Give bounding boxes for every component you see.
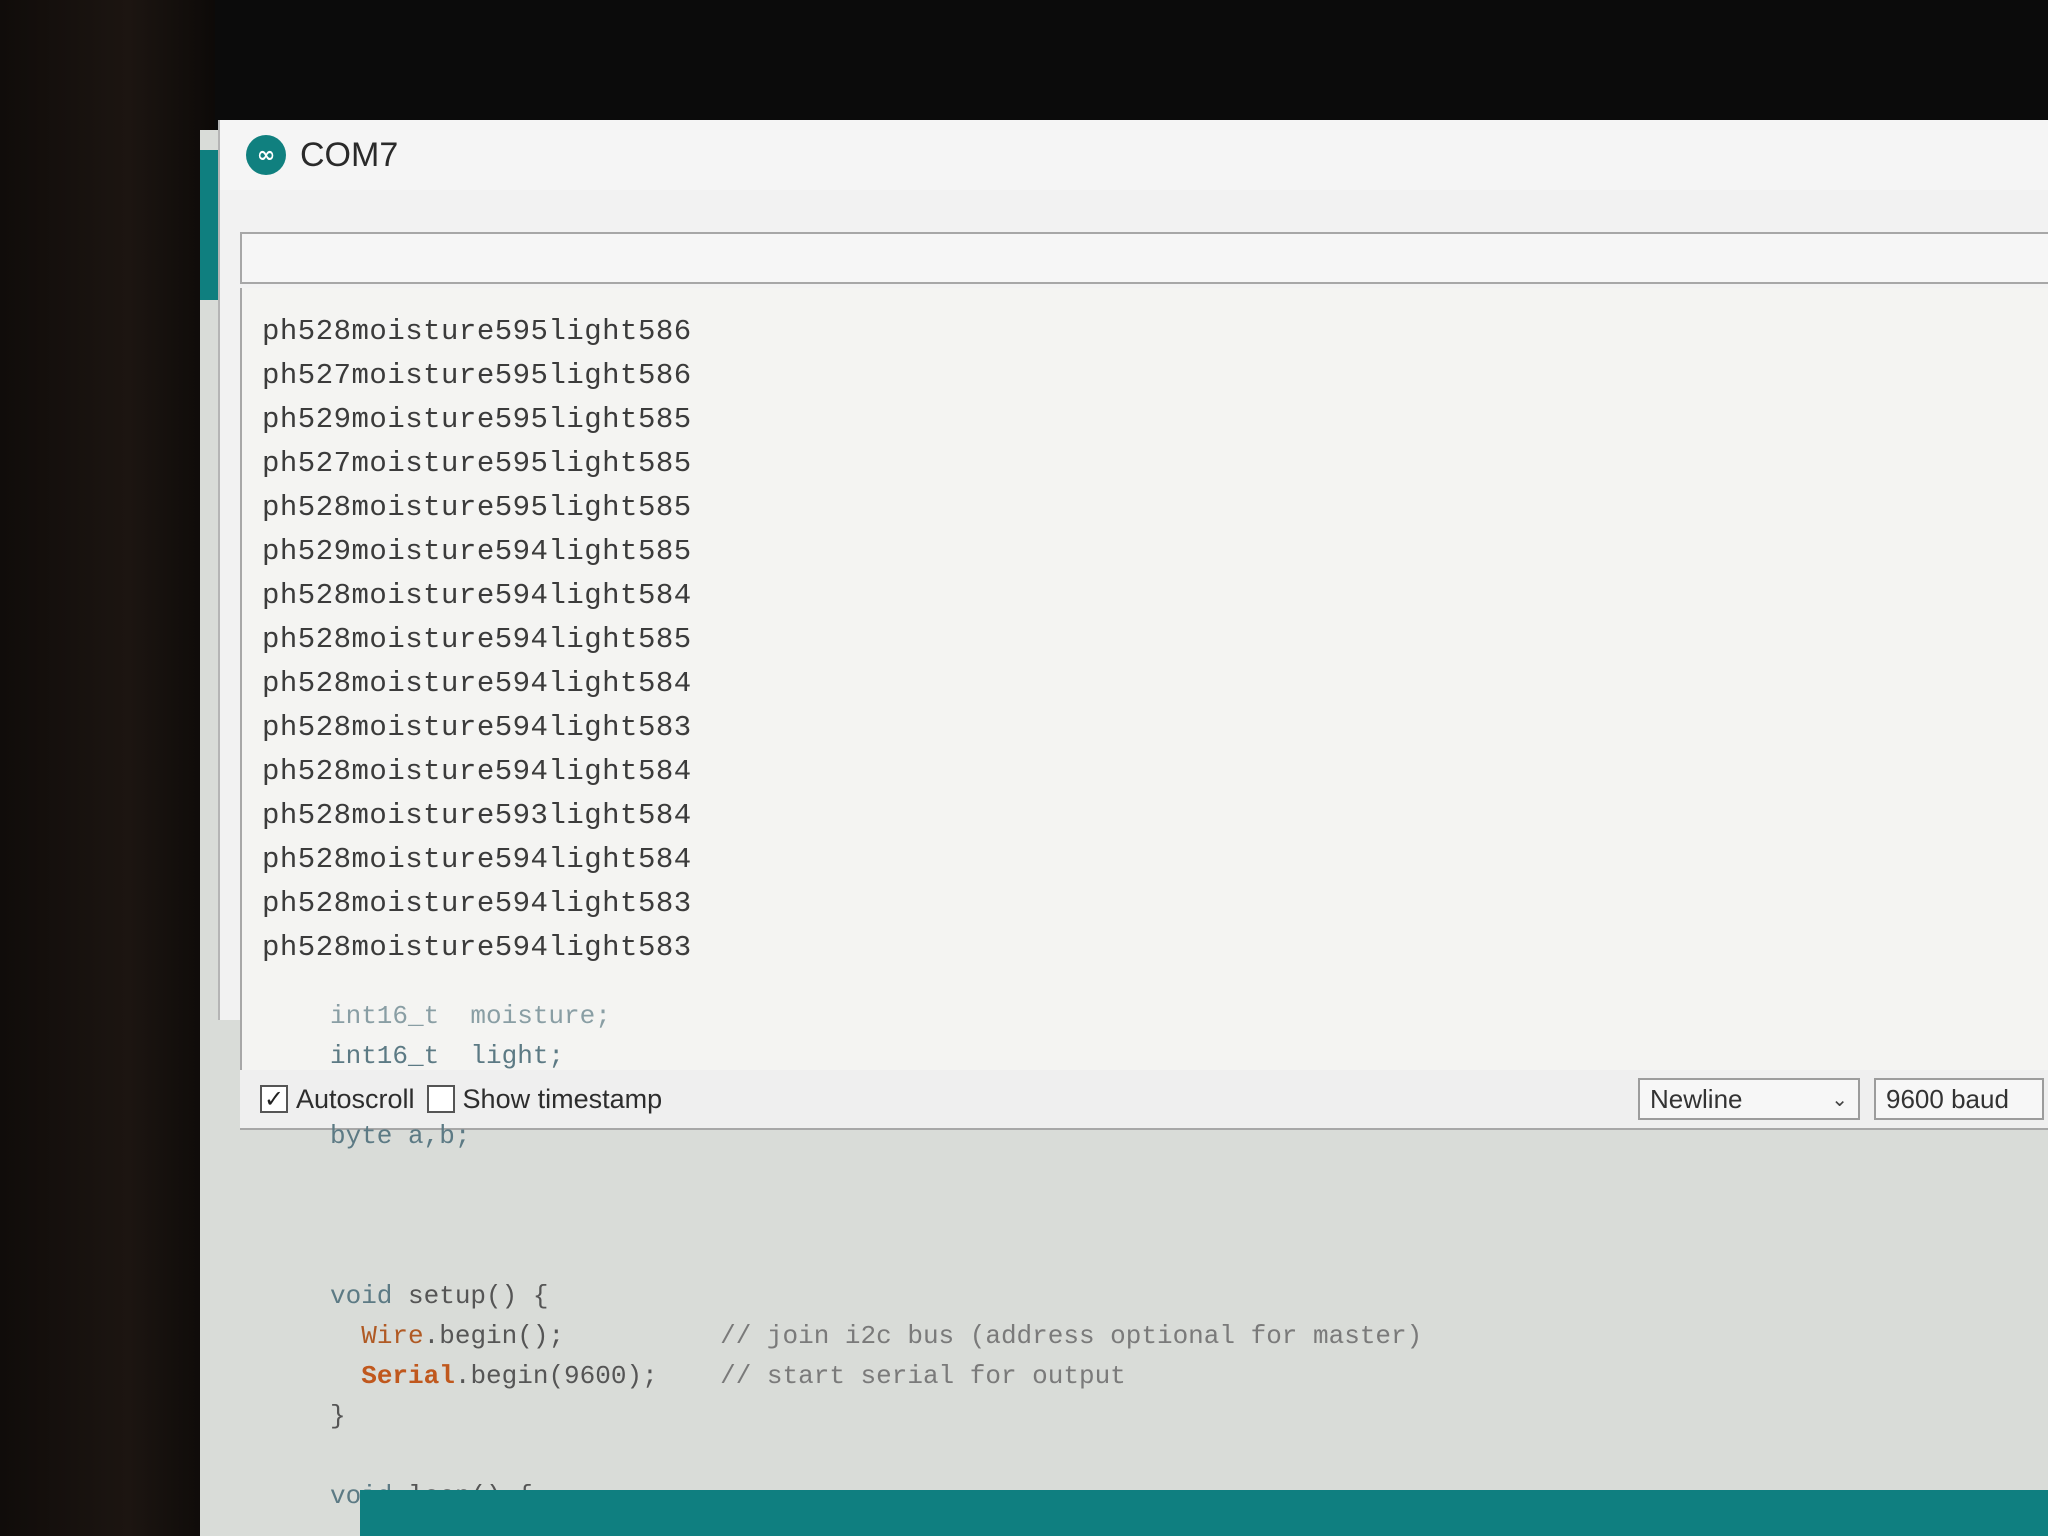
serial-output-line: ph529moisture595light585 <box>262 403 692 436</box>
serial-output-line: ph529moisture594light585 <box>262 535 692 568</box>
window-title: COM7 <box>300 135 399 174</box>
serial-output-line: ph528moisture595light586 <box>262 315 692 348</box>
serial-output-line: ph528moisture593light584 <box>262 799 692 832</box>
arduino-infinity-icon: ∞ <box>246 135 286 175</box>
code-editor[interactable]: int16_t moisture; int16_t light; byte a,… <box>330 1001 2048 1511</box>
code-comment: // start serial for output <box>720 1361 1126 1391</box>
serial-output-line: ph527moisture595light585 <box>262 447 692 480</box>
checkmark-icon: ✓ <box>260 1085 288 1113</box>
serial-output-line: ph527moisture595light586 <box>262 359 692 392</box>
code-text: setup() { <box>392 1281 549 1311</box>
title-bar: ∞ COM7 <box>220 120 2048 190</box>
send-input[interactable] <box>240 232 2048 284</box>
serial-output-area[interactable]: ph528moisture595light586 ph527moisture59… <box>240 288 2048 1072</box>
ide-status-bar <box>360 1490 2048 1536</box>
code-line-close: } <box>330 1401 346 1431</box>
code-text: .begin(9600); <box>454 1361 658 1391</box>
serial-output-line: ph528moisture594light584 <box>262 755 692 788</box>
serial-output-line: ph528moisture594light584 <box>262 843 692 876</box>
serial-output-line: ph528moisture595light585 <box>262 491 692 524</box>
code-object: Wire <box>361 1321 424 1351</box>
code-line-wire: Wire.begin(); // join i2c bus (address o… <box>330 1316 2048 1356</box>
code-keyword: void <box>330 1281 393 1311</box>
serial-output-line: ph528moisture594light585 <box>262 623 692 656</box>
serial-output-line: ph528moisture594light583 <box>262 711 692 744</box>
serial-monitor-window: ∞ COM7 ph528moisture595light586 ph527moi… <box>218 120 2048 1130</box>
code-text: .begin(); <box>423 1321 565 1351</box>
code-line: int16_t moisture; <box>330 1001 611 1031</box>
serial-output-line: ph528moisture594light584 <box>262 667 692 700</box>
code-line-serial: Serial.begin(9600); // start serial for … <box>330 1356 2048 1396</box>
serial-output-lines: ph528moisture595light586 ph527moisture59… <box>242 288 2048 970</box>
code-line: int16_t light; <box>330 1041 565 1071</box>
code-line-setup: void setup() { <box>330 1276 2048 1316</box>
code-comment: // join i2c bus (address optional for ma… <box>720 1321 1423 1351</box>
code-line: byte a,b; <box>330 1121 471 1151</box>
serial-output-line: ph528moisture594light584 <box>262 579 692 612</box>
screen-bezel <box>0 0 215 1536</box>
serial-output-line: ph528moisture594light583 <box>262 887 692 920</box>
code-object: Serial <box>361 1361 455 1391</box>
serial-output-line: ph528moisture594light583 <box>262 931 692 964</box>
